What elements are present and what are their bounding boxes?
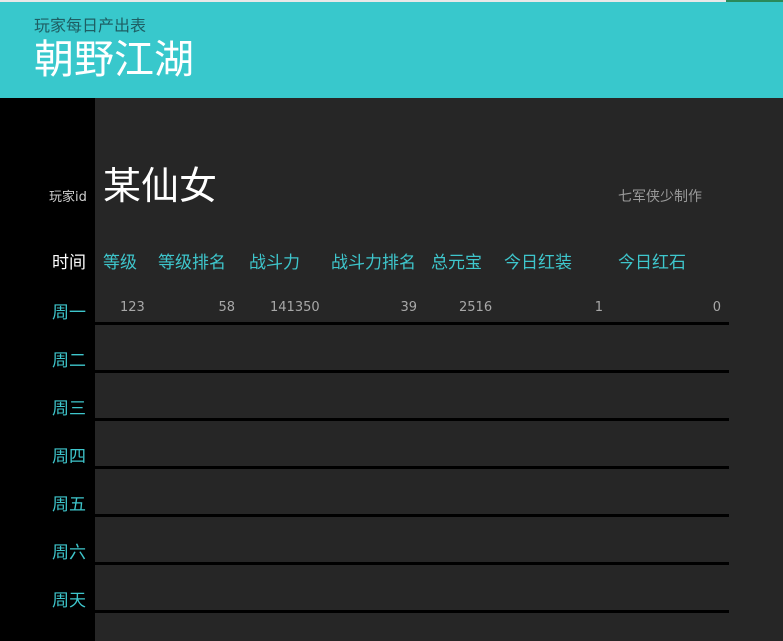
row-divider xyxy=(95,418,729,421)
row-divider xyxy=(95,466,729,469)
cell-monday-level[interactable]: 123 xyxy=(120,300,145,315)
column-header-power[interactable]: 战斗力 xyxy=(249,248,300,273)
cell-monday-power-rank[interactable]: 39 xyxy=(380,300,417,315)
row-divider xyxy=(95,370,729,373)
time-column-header: 时间 xyxy=(52,253,86,273)
cell-monday-total-gold[interactable]: 2516 xyxy=(459,300,492,315)
row-label-sunday: 周天 xyxy=(52,591,86,611)
cell-monday-red-stone[interactable]: 0 xyxy=(690,300,721,315)
maker-credit: 七军侠少制作 xyxy=(618,189,702,205)
row-divider xyxy=(95,322,729,325)
cell-monday-red-gear[interactable]: 1 xyxy=(570,300,603,315)
player-id-label: 玩家id xyxy=(49,190,87,205)
row-label-wednesday: 周三 xyxy=(52,399,86,419)
cell-monday-power[interactable]: 141350 xyxy=(270,300,320,315)
column-header-level-rank[interactable]: 等级排名 xyxy=(158,248,226,273)
page-subtitle: 玩家每日产出表 xyxy=(34,16,147,35)
cell-monday-level-rank[interactable]: 58 xyxy=(200,300,235,315)
column-header-red-stone[interactable]: 今日红石 xyxy=(618,248,686,273)
row-label-saturday: 周六 xyxy=(52,543,86,563)
row-divider xyxy=(95,562,729,565)
row-label-monday: 周一 xyxy=(52,303,86,323)
row-divider xyxy=(95,610,729,613)
row-label-tuesday: 周二 xyxy=(52,351,86,371)
row-label-friday: 周五 xyxy=(52,495,86,515)
column-header-level[interactable]: 等级 xyxy=(103,248,137,273)
row-label-thursday: 周四 xyxy=(52,447,86,467)
column-header-total-gold[interactable]: 总元宝 xyxy=(431,248,482,273)
page-title: 朝野江湖 xyxy=(34,37,194,83)
row-divider xyxy=(95,514,729,517)
column-header-red-gear[interactable]: 今日红装 xyxy=(504,248,572,273)
header-banner: 玩家每日产出表 朝野江湖 xyxy=(0,2,783,98)
column-header-power-rank[interactable]: 战斗力排名 xyxy=(331,248,416,273)
player-name[interactable]: 某仙女 xyxy=(103,165,217,208)
